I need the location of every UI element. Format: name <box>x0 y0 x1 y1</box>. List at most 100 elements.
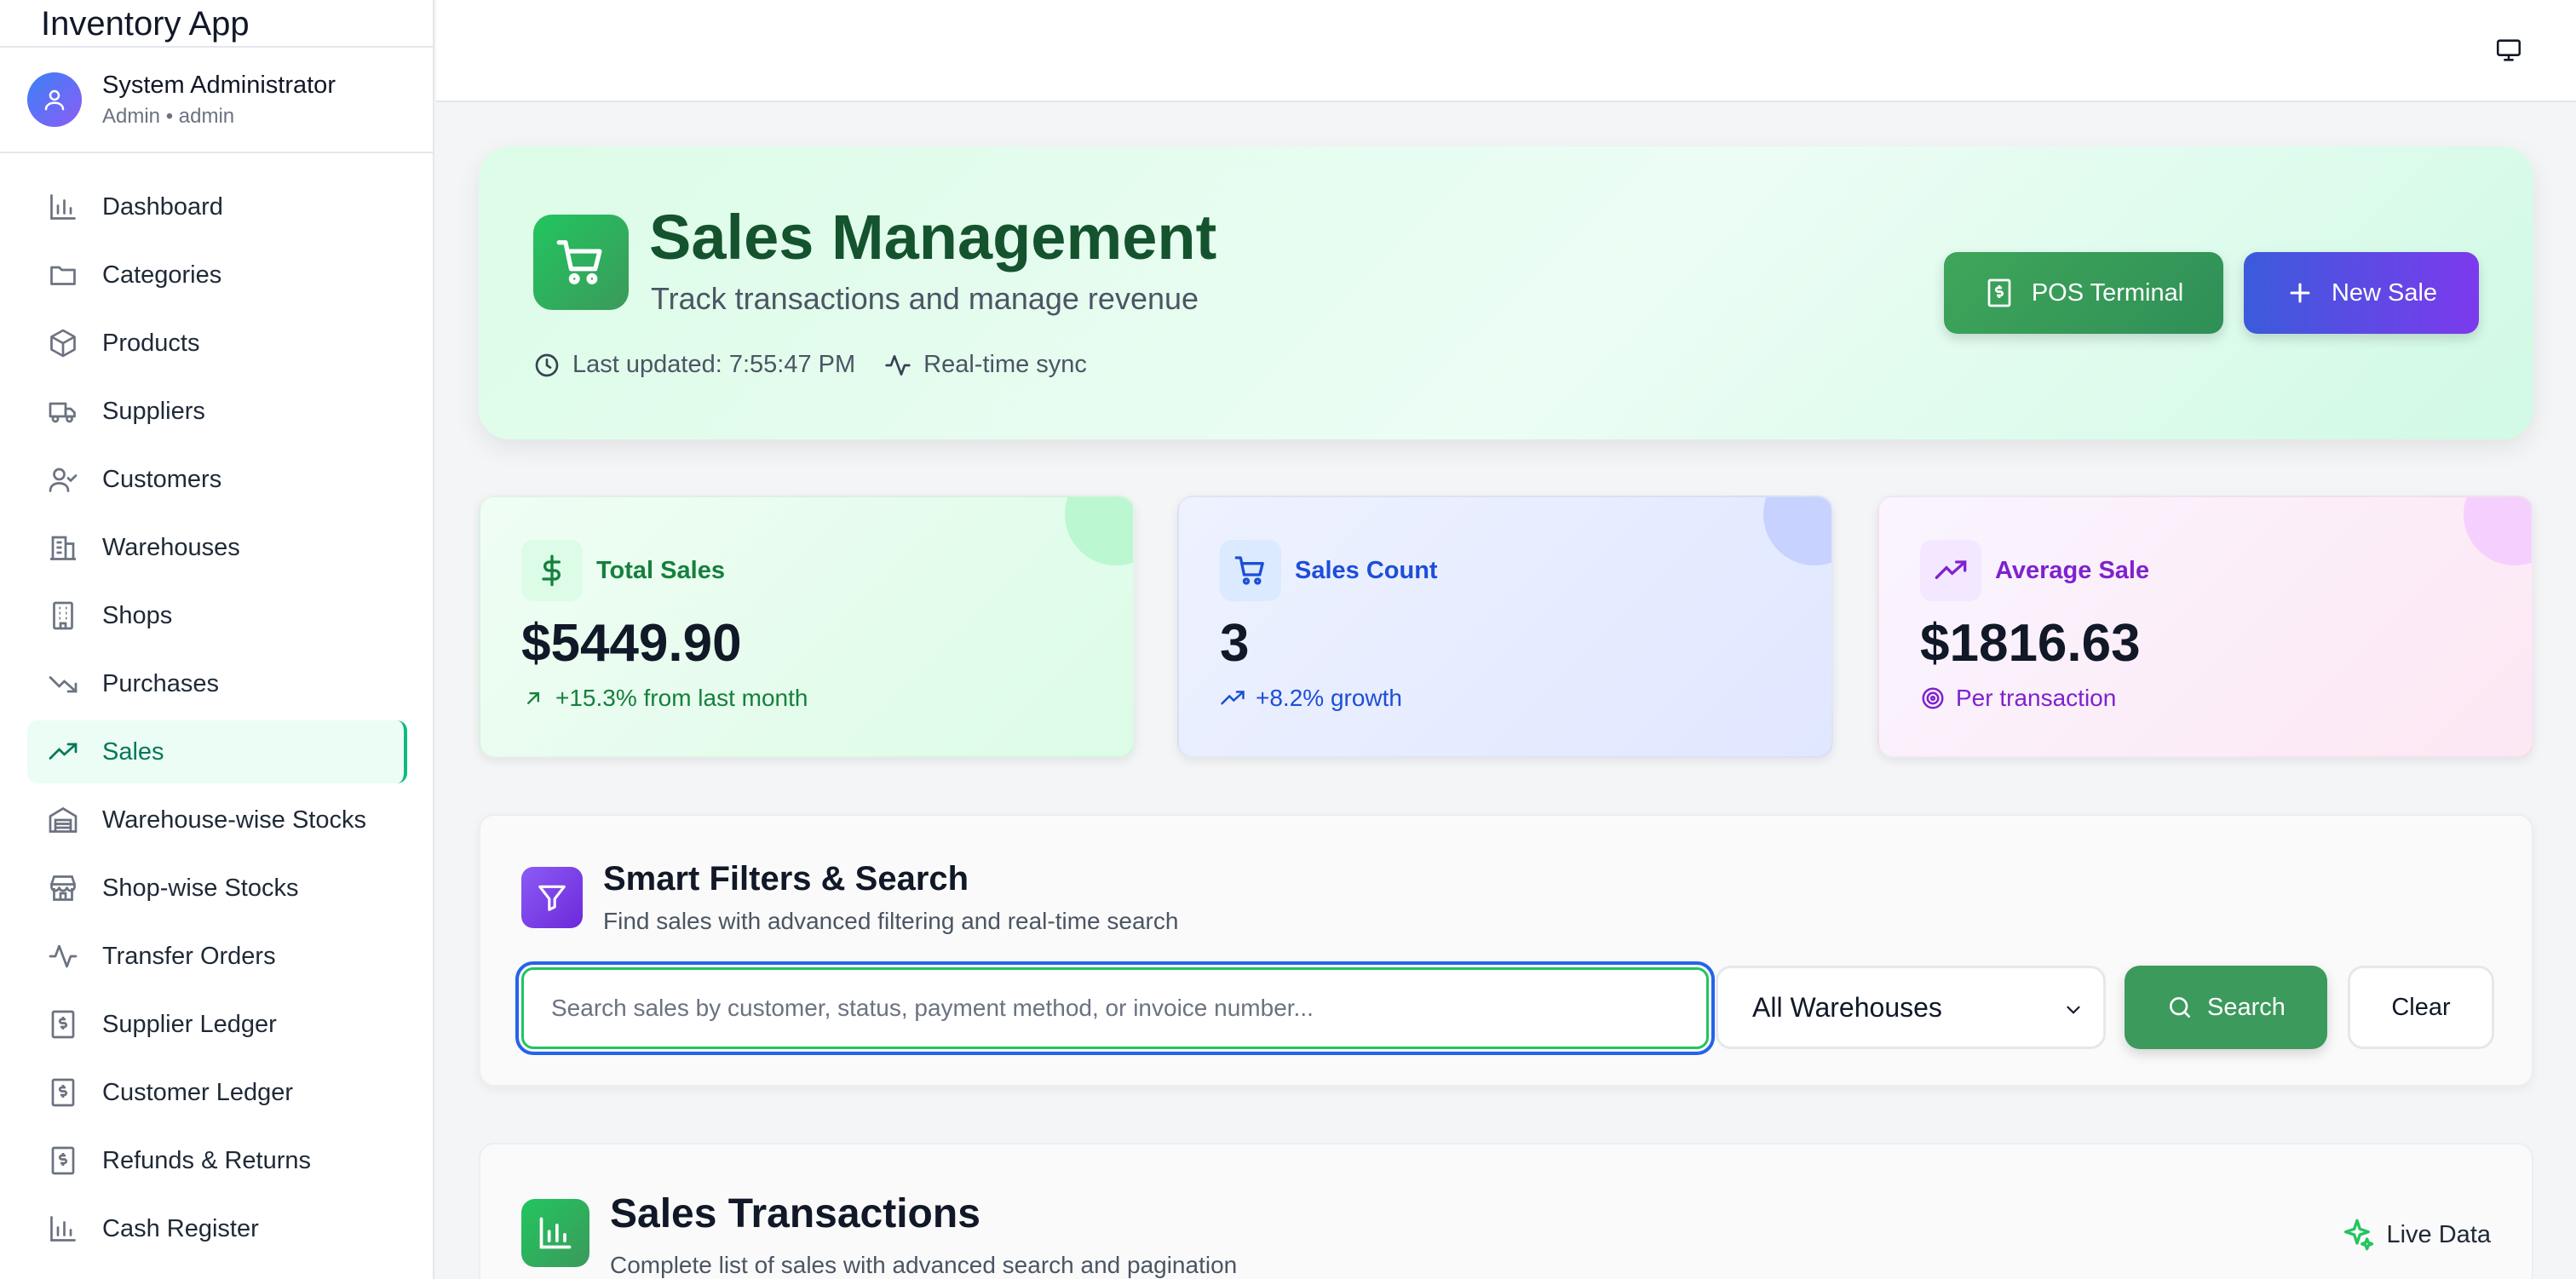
user-icon <box>44 89 65 111</box>
warehouse-icon <box>46 803 80 837</box>
sidebar-item-cash-register[interactable]: Cash Register <box>27 1197 405 1260</box>
sidebar-item-label: Warehouse-wise Stocks <box>102 806 366 834</box>
trending-up-icon <box>46 735 80 769</box>
stat-card-sales-count: Sales Count 3 +8.2% growth <box>1177 496 1833 758</box>
receipt-icon <box>1987 278 2011 307</box>
top-bar <box>436 0 2576 102</box>
sidebar-item-suppliers[interactable]: Suppliers <box>27 380 405 443</box>
chevron-down-icon <box>2067 1006 2080 1014</box>
sidebar-item-warehouse-wise-stocks[interactable]: Warehouse-wise Stocks <box>27 789 405 852</box>
sidebar-item-customers[interactable]: Customers <box>27 448 405 511</box>
sidebar-item-transfer-orders[interactable]: Transfer Orders <box>27 925 405 988</box>
stat-value: $5449.90 <box>521 614 742 673</box>
warehouse-select[interactable]: All Warehouses <box>1716 966 2106 1049</box>
app-title: Inventory App <box>0 0 433 48</box>
cart-icon <box>533 215 629 310</box>
sidebar-item-sales[interactable]: Sales <box>27 720 407 783</box>
sidebar: Inventory App System Administrator Admin… <box>0 0 434 1279</box>
sidebar-item-shops[interactable]: Shops <box>27 584 405 647</box>
page-subtitle: Track transactions and manage revenue <box>651 281 1199 316</box>
last-updated: Last updated: 7:55:47 PM <box>533 351 855 379</box>
activity-icon <box>885 354 911 376</box>
sidebar-item-refunds-returns[interactable]: Refunds & Returns <box>27 1129 405 1192</box>
stat-note: Per transaction <box>1920 685 2116 712</box>
live-data-text: Live Data <box>2386 1220 2491 1248</box>
building-icon <box>46 531 80 565</box>
sidebar-item-products[interactable]: Products <box>27 312 405 375</box>
clock-icon <box>535 353 559 376</box>
filters-subtitle: Find sales with advanced filtering and r… <box>603 908 1179 934</box>
plus-icon <box>2290 283 2310 303</box>
arrow-up-right-icon <box>527 692 539 704</box>
search-button[interactable]: Search <box>2125 966 2327 1049</box>
box-icon <box>46 326 80 360</box>
sidebar-item-label: Cash Register <box>102 1214 259 1242</box>
sidebar-item-label: Dashboard <box>102 192 223 221</box>
page-title: Sales Management <box>649 202 1217 272</box>
receipt-icon <box>46 1144 80 1178</box>
search-button-label: Search <box>2207 993 2286 1021</box>
receipt-icon <box>46 1075 80 1110</box>
stat-value: 3 <box>1220 614 1250 673</box>
sidebar-item-label: Transfer Orders <box>102 942 276 970</box>
user-check-icon <box>46 462 80 496</box>
user-name: System Administrator <box>102 71 336 99</box>
stat-note: +15.3% from last month <box>521 685 808 712</box>
last-updated-text: Last updated: 7:55:47 PM <box>572 351 856 378</box>
live-data-indicator: Live Data <box>2340 1218 2491 1252</box>
pos-terminal-button[interactable]: POS Terminal <box>1944 252 2223 334</box>
sync-status: Real-time sync <box>884 351 1087 379</box>
user-profile[interactable]: System Administrator Admin • admin <box>0 48 433 153</box>
sidebar-item-shop-wise-stocks[interactable]: Shop-wise Stocks <box>27 857 405 920</box>
hero-meta: Last updated: 7:55:47 PM Real-time sync <box>533 351 1116 379</box>
search-input[interactable] <box>515 961 1715 1055</box>
cart-icon <box>1220 540 1281 601</box>
stat-note-text: +8.2% growth <box>1256 685 1402 711</box>
trending-down-icon <box>46 667 80 701</box>
filters-panel: Smart Filters & Search Find sales with a… <box>479 814 2533 1087</box>
monitor-icon[interactable] <box>2494 36 2523 69</box>
new-sale-label: New Sale <box>2331 278 2438 307</box>
activity-icon <box>46 939 80 973</box>
stat-note-text: +15.3% from last month <box>555 685 808 711</box>
bar-chart-icon <box>46 190 80 224</box>
sidebar-item-customer-ledger[interactable]: Customer Ledger <box>27 1061 405 1124</box>
folder-icon <box>46 258 80 292</box>
stat-note-text: Per transaction <box>1956 685 2117 711</box>
search-icon <box>2170 997 2191 1018</box>
sales-transactions-panel: Sales Transactions Complete list of sale… <box>479 1143 2533 1279</box>
bar-chart-icon <box>521 1199 589 1267</box>
sidebar-item-dashboard[interactable]: Dashboard <box>27 175 405 238</box>
sidebar-item-label: Warehouses <box>102 533 240 561</box>
sidebar-item-label: Shops <box>102 601 173 629</box>
new-sale-button[interactable]: New Sale <box>2244 252 2479 334</box>
trending-up-icon <box>1221 691 1245 705</box>
sidebar-item-categories[interactable]: Categories <box>27 244 405 307</box>
stat-value: $1816.63 <box>1920 614 2141 673</box>
sidebar-item-warehouses[interactable]: Warehouses <box>27 516 405 579</box>
stat-note: +8.2% growth <box>1220 685 1402 712</box>
card-decoration <box>1065 497 1133 565</box>
dollar-icon <box>521 540 583 601</box>
sidebar-item-label: Customer Ledger <box>102 1078 294 1106</box>
avatar <box>27 72 82 127</box>
transactions-subtitle: Complete list of sales with advanced sea… <box>610 1252 1238 1278</box>
store-icon <box>46 871 80 905</box>
stat-label: Total Sales <box>596 557 725 584</box>
sidebar-item-supplier-ledger[interactable]: Supplier Ledger <box>27 993 405 1056</box>
sidebar-nav: Dashboard Categories Products Suppliers … <box>0 153 433 1260</box>
warehouse-select-value: All Warehouses <box>1752 991 1942 1023</box>
clear-button[interactable]: Clear <box>2348 966 2494 1049</box>
stat-card-total-sales: Total Sales $5449.90 +15.3% from last mo… <box>479 496 1135 758</box>
stat-label: Sales Count <box>1295 557 1438 584</box>
trending-up-icon <box>1920 540 1981 601</box>
sidebar-item-purchases[interactable]: Purchases <box>27 652 405 715</box>
sales-hero: Sales Management Track transactions and … <box>479 146 2533 439</box>
sync-text: Real-time sync <box>923 351 1087 378</box>
user-role: Admin • admin <box>102 104 235 128</box>
filters-title: Smart Filters & Search <box>603 860 969 898</box>
sidebar-item-label: Products <box>102 329 200 357</box>
receipt-icon <box>46 1007 80 1041</box>
sidebar-item-label: Suppliers <box>102 397 205 425</box>
target-icon <box>1922 687 1944 709</box>
